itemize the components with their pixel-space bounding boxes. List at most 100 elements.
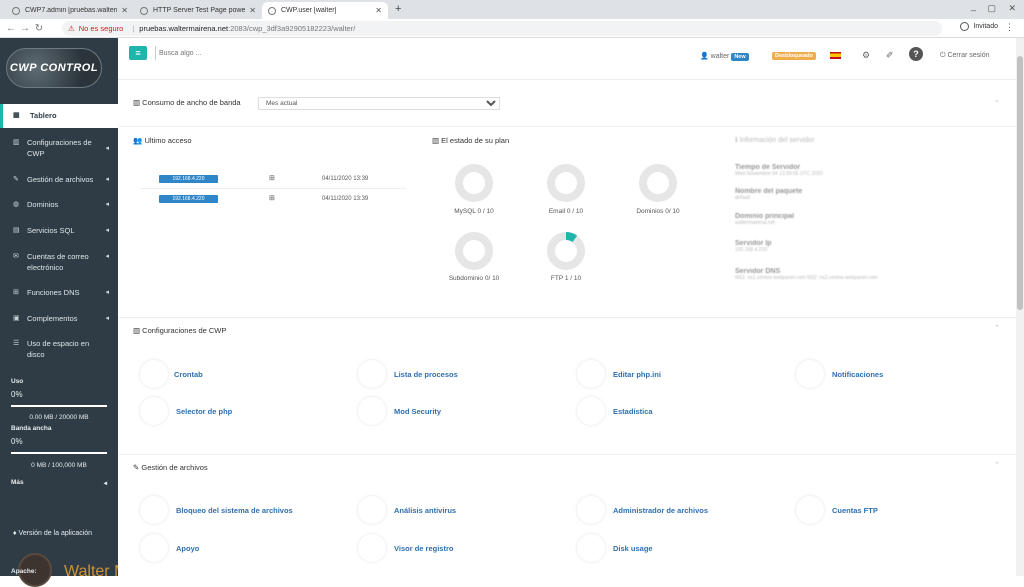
- window-minimize-icon[interactable]: _: [971, 1, 976, 11]
- sidebar-item-complementos[interactable]: ▣ Complementos ◂: [0, 313, 118, 324]
- tile-label: Crontab: [174, 370, 203, 379]
- list-icon: ☰: [13, 340, 20, 347]
- new-tab-button[interactable]: +: [395, 3, 401, 15]
- tile-label: Bloqueo del sistema de archivos: [176, 506, 293, 515]
- new-badge: New: [731, 53, 749, 61]
- reload-icon[interactable]: ↻: [32, 23, 46, 34]
- sidebar-item-label: Uso de espacio en disco: [27, 339, 90, 359]
- sidebar-item-archivos[interactable]: ✎ Gestión de archivos ◂: [0, 174, 118, 185]
- ip-badge: 192.168.4.220: [159, 195, 218, 203]
- globe-icon: [140, 6, 148, 15]
- status-badge-wrap: Desbloqueado: [772, 52, 816, 60]
- divider: [118, 454, 1016, 455]
- envelope-icon: ✉: [13, 253, 19, 260]
- tile-label: Notificaciones: [832, 370, 884, 379]
- server-info-value: NS1: ns1.centos-webpanel.com NS2: ns2.ce…: [735, 275, 878, 281]
- close-icon[interactable]: ✕: [375, 6, 382, 15]
- window-close-icon[interactable]: ✕: [1008, 3, 1016, 14]
- file-management-title-text: Gestión de archivos: [141, 463, 208, 472]
- spain-flag-icon[interactable]: [830, 52, 841, 59]
- sidebar-item-label: Funciones DNS: [27, 288, 80, 297]
- ftp-label: FTP 1 / 10: [550, 275, 582, 282]
- plugin-icon: ▣: [13, 315, 20, 322]
- window-maximize-icon[interactable]: ▢: [987, 3, 996, 14]
- usage-label: Uso: [11, 378, 24, 385]
- browser-tab-active[interactable]: CWP.user [walter] ✕: [262, 2, 388, 19]
- server-info-label: Dominio principal: [735, 213, 795, 220]
- browser-tab[interactable]: HTTP Server Test Page powered b... ✕: [134, 2, 262, 19]
- more-toggle[interactable]: Más ◂: [11, 479, 107, 487]
- user-menu[interactable]: 👤 walter New: [700, 52, 749, 61]
- plan-title: ▥ El estado de su plan: [432, 136, 509, 145]
- chevron-down-icon[interactable]: ⌄: [994, 96, 1000, 104]
- bandwidth-percent: 0%: [11, 437, 23, 446]
- scrollbar-thumb[interactable]: [1017, 56, 1023, 310]
- tile-label: Disk usage: [613, 544, 653, 553]
- tab-title: HTTP Server Test Page powered b...: [153, 7, 246, 14]
- security-label[interactable]: No es seguro: [79, 24, 124, 33]
- chart-icon: ▥: [432, 136, 442, 145]
- access-date: 04/11/2020 13:39: [322, 196, 369, 202]
- bell-icon: [796, 360, 824, 388]
- menu-toggle-button[interactable]: ≡: [129, 46, 147, 60]
- back-icon[interactable]: ←: [4, 23, 18, 34]
- sidebar-item-tablero[interactable]: ▦ Tablero: [0, 104, 118, 128]
- globe-icon: [12, 6, 20, 15]
- tile-label: Análisis antivirus: [394, 506, 457, 515]
- cwp-logo[interactable]: CWP CONTROL: [6, 48, 102, 88]
- tile-label: Mod Security: [394, 407, 442, 416]
- usage-progress-bar: [11, 405, 107, 407]
- tab-title: CWP.user [walter]: [281, 7, 337, 14]
- gear-icon[interactable]: ⚙: [862, 50, 870, 61]
- version-text: Versión de la aplicación: [18, 530, 93, 537]
- search-input[interactable]: [155, 46, 355, 60]
- chevron-left-icon: ◂: [105, 176, 109, 183]
- close-icon[interactable]: ✕: [121, 6, 128, 15]
- edit-icon: ✎: [13, 176, 19, 183]
- url-field[interactable]: ⚠ No es seguro | pruebas.waltermairena.n…: [62, 21, 942, 36]
- sidebar-item-dominios[interactable]: ◍ Dominios ◂: [0, 199, 118, 210]
- lock-icon: [140, 496, 168, 524]
- email-label: Email 0 / 10: [548, 208, 584, 215]
- browser-tab[interactable]: CWP7.admin [pruebas.waltermairena... ✕: [6, 2, 134, 19]
- browser-tab-bar: CWP7.admin [pruebas.waltermairena... ✕ H…: [0, 0, 1024, 19]
- last-access-title-text: Ultimo acceso: [144, 136, 192, 145]
- usage-percent: 0%: [11, 390, 23, 399]
- tile-label: Administrador de archivos: [613, 506, 709, 515]
- sidebar-item-correo[interactable]: ✉ Cuentas de correo electrónico ◂: [0, 251, 118, 273]
- file-zip-icon: [577, 496, 605, 524]
- chevron-left-icon: ◂: [105, 289, 109, 296]
- close-icon[interactable]: ✕: [249, 6, 256, 15]
- lock-icon: [358, 397, 386, 425]
- logout-label: Cerrar sesión: [947, 52, 990, 59]
- forward-icon[interactable]: →: [18, 23, 32, 34]
- warning-icon: ⚠: [68, 24, 75, 33]
- server-info-value: default: [735, 195, 751, 201]
- chevron-left-icon: ◂: [105, 315, 109, 322]
- users-icon: 👥: [133, 136, 145, 145]
- file-management-title: ✎ Gestión de archivos: [133, 463, 208, 472]
- sidebar-item-sql[interactable]: ▤ Servicios SQL ◂: [0, 225, 118, 236]
- chevron-left-icon: ◂: [105, 253, 109, 260]
- period-select[interactable]: Mes actual: [258, 97, 500, 110]
- sidebar: CWP CONTROL ▦ Tablero ▥ Configuraciones …: [0, 38, 172, 587]
- logout-button[interactable]: ⏻ Cerrar sesión: [940, 52, 990, 60]
- sidebar-item-disco[interactable]: ☰ Uso de espacio en disco: [0, 338, 118, 360]
- chevron-left-icon: ◂: [105, 227, 109, 234]
- help-icon[interactable]: ?: [909, 47, 923, 61]
- status-badge: Desbloqueado: [772, 52, 816, 60]
- ftp-donut: [547, 232, 585, 270]
- mysql-label: MySQL 0 / 10: [454, 208, 494, 215]
- brush-icon[interactable]: ✐: [886, 50, 894, 61]
- tab-title: CWP7.admin [pruebas.waltermairena...: [25, 7, 117, 14]
- chevron-up-icon[interactable]: ⌃: [994, 324, 1000, 332]
- sidebar-item-dns[interactable]: ⊞ Funciones DNS ◂: [0, 287, 118, 298]
- user-icon: 👤: [700, 53, 709, 60]
- chevron-up-icon[interactable]: ⌃: [994, 461, 1000, 469]
- more-vert-icon[interactable]: ⋮: [1005, 22, 1014, 33]
- page-scrollbar[interactable]: [1016, 38, 1024, 576]
- profile-button[interactable]: Invitado: [960, 22, 998, 31]
- sidebar-item-label: Tablero: [30, 111, 57, 120]
- sidebar-item-configuraciones[interactable]: ▥ Configuraciones de CWP ◂: [0, 137, 118, 159]
- usage-detail: 0.00 MB / 20000 MB: [29, 414, 89, 421]
